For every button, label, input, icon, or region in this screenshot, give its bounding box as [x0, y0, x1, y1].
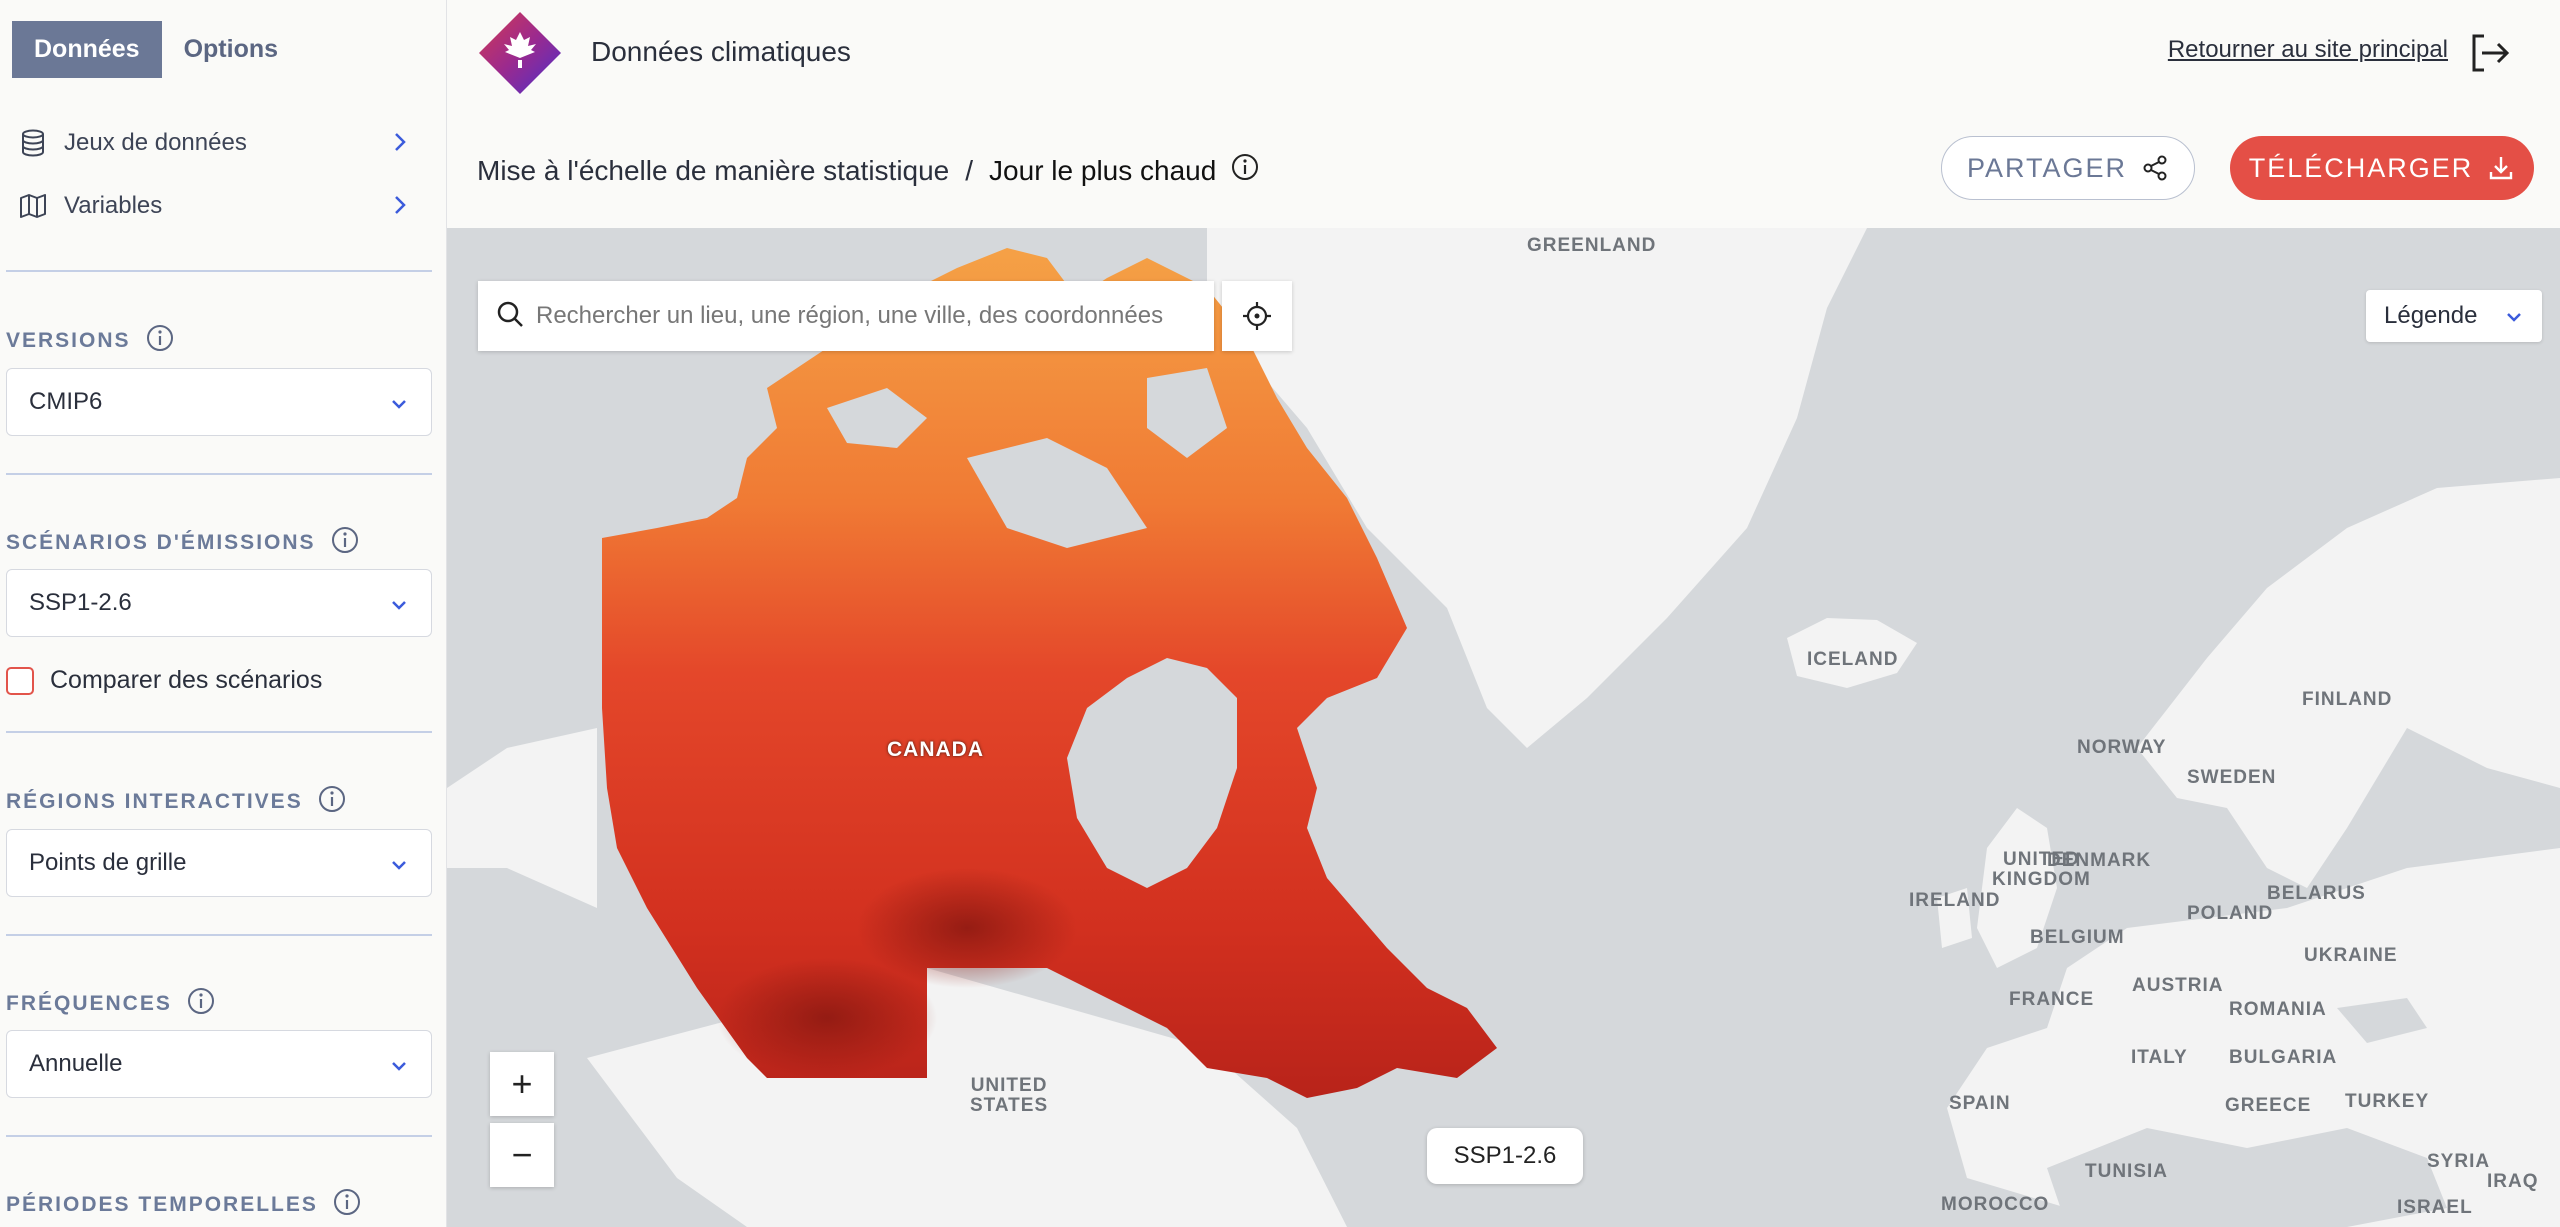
sidebar-item-variables[interactable]: Variables	[18, 181, 418, 231]
sidebar-item-label: Jeux de données	[64, 129, 247, 156]
map-search-box	[478, 281, 1214, 351]
map-label-italy: ITALY	[2131, 1047, 2188, 1068]
map-label-turkey: TURKEY	[2345, 1091, 2430, 1112]
chevron-down-icon	[389, 854, 409, 882]
frequencies-label: FRÉQUENCES	[6, 986, 216, 1022]
sidebar-tabs: Données Options	[12, 21, 300, 78]
breadcrumb-parent[interactable]: Mise à l'échelle de manière statistique	[477, 155, 949, 187]
share-button[interactable]: PARTAGER	[1941, 136, 2195, 200]
map-label-iraq: IRAQ	[2487, 1171, 2539, 1192]
sidebar: Données Options Jeux de données Variable…	[0, 0, 447, 1227]
app-logo	[477, 10, 563, 96]
chevron-down-icon	[2504, 306, 2524, 334]
database-icon	[18, 128, 48, 158]
search-icon	[496, 300, 524, 333]
share-icon	[2143, 155, 2167, 181]
divider	[6, 934, 432, 936]
map-label-belarus: BELARUS	[2267, 883, 2366, 904]
chevron-down-icon	[389, 594, 409, 622]
map-label-greece: GREECE	[2225, 1095, 2312, 1116]
regions-select[interactable]: Points de grille	[6, 829, 432, 897]
map-label-bulgaria: BULGARIA	[2229, 1047, 2338, 1068]
scenarios-label: SCÉNARIOS D'ÉMISSIONS	[6, 525, 360, 561]
map-label-united-kingdom: UNITED KINGDOM	[1992, 849, 2091, 890]
tab-donnees[interactable]: Données	[12, 21, 162, 78]
map-label-canada: CANADA	[887, 738, 984, 761]
map-label-morocco: MOROCCO	[1941, 1194, 2050, 1215]
map-label-poland: POLAND	[2187, 903, 2274, 924]
map-label-austria: AUSTRIA	[2132, 975, 2224, 996]
divider	[6, 473, 432, 475]
breadcrumb: Mise à l'échelle de manière statistique …	[477, 152, 1260, 189]
map-label-norway: NORWAY	[2077, 737, 2167, 758]
scenarios-select[interactable]: SSP1-2.6	[6, 569, 432, 637]
tab-options[interactable]: Options	[162, 21, 300, 78]
map-label-tunisia: TUNISIA	[2085, 1161, 2168, 1182]
frequencies-select[interactable]: Annuelle	[6, 1030, 432, 1098]
info-icon[interactable]	[186, 986, 216, 1022]
scenario-badge: SSP1-2.6	[1427, 1128, 1583, 1184]
zoom-in-button[interactable]: +	[490, 1052, 554, 1116]
map-label-france: FRANCE	[2009, 989, 2095, 1010]
map-label-israel: ISRAEL	[2397, 1197, 2473, 1218]
info-icon[interactable]	[1230, 152, 1260, 189]
hotspot	[857, 868, 1077, 988]
versions-select[interactable]: CMIP6	[6, 368, 432, 436]
versions-label: VERSIONS	[6, 323, 175, 359]
map-canvas[interactable]	[447, 228, 2560, 1227]
chevron-right-icon	[392, 130, 408, 161]
map-label-romania: ROMANIA	[2229, 999, 2327, 1020]
regions-label: RÉGIONS INTERACTIVES	[6, 784, 347, 820]
map-icon	[18, 191, 48, 221]
chevron-right-icon	[392, 193, 408, 224]
info-icon[interactable]	[145, 323, 175, 359]
legend-button[interactable]: Légende	[2366, 290, 2542, 342]
app-title: Données climatiques	[591, 36, 851, 67]
map-label-sweden: SWEDEN	[2187, 767, 2277, 788]
divider	[6, 731, 432, 733]
scandinavia-landmass	[2137, 478, 2560, 888]
download-button[interactable]: TÉLÉCHARGER	[2230, 136, 2534, 200]
logout-icon[interactable]	[2468, 32, 2510, 79]
divider	[6, 1135, 432, 1137]
map-label-spain: SPAIN	[1949, 1093, 2011, 1114]
map-label-united-states: UNITED STATES	[970, 1075, 1049, 1116]
sidebar-item-label: Variables	[64, 192, 163, 219]
map-label-ukraine: UKRAINE	[2304, 945, 2398, 966]
divider	[6, 270, 432, 272]
map-label-finland: FINLAND	[2302, 689, 2393, 710]
sidebar-item-datasets[interactable]: Jeux de données	[18, 118, 418, 168]
map-label-belgium: BELGIUM	[2030, 927, 2125, 948]
info-icon[interactable]	[332, 1187, 362, 1223]
map-view[interactable]: GREENLAND CANADA ICELAND FINLAND NORWAY …	[447, 228, 2560, 1227]
map-search-input[interactable]	[536, 302, 1196, 330]
breadcrumb-current: Jour le plus chaud	[989, 154, 1217, 186]
map-label-greenland: GREENLAND	[1527, 235, 1657, 256]
chevron-down-icon	[389, 1055, 409, 1083]
return-main-site-link[interactable]: Retourner au site principal	[2168, 36, 2448, 64]
map-label-ireland: IRELAND	[1909, 890, 2001, 911]
checkbox[interactable]	[6, 666, 34, 695]
info-icon[interactable]	[330, 525, 360, 561]
breadcrumb-separator: /	[965, 154, 974, 186]
locate-button[interactable]	[1222, 281, 1292, 351]
alaska-landmass	[447, 728, 597, 908]
map-label-syria: SYRIA	[2427, 1151, 2491, 1172]
periods-label: PÉRIODES TEMPORELLES	[6, 1187, 362, 1223]
header: Données climatiques Retourner au site pr…	[447, 0, 2560, 228]
zoom-out-button[interactable]: −	[490, 1123, 554, 1187]
info-icon[interactable]	[317, 784, 347, 820]
chevron-down-icon	[389, 393, 409, 421]
map-label-iceland: ICELAND	[1807, 649, 1899, 670]
download-icon	[2490, 157, 2513, 180]
compare-scenarios-checkbox[interactable]: Comparer des scénarios	[6, 666, 322, 695]
crosshair-icon	[1243, 302, 1271, 330]
